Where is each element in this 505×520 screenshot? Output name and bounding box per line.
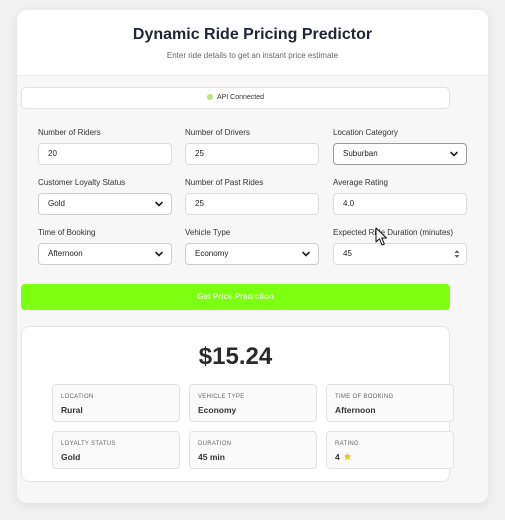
rating-input[interactable]: 4.0 (333, 193, 467, 215)
past-rides-field-group: Number of Past Rides 25 (185, 177, 319, 215)
duration-input[interactable]: 45 (333, 243, 467, 265)
riders-field-group: Number of Riders 20 (38, 127, 172, 165)
tile-value: Economy (198, 405, 237, 415)
tile-value-rating: 4 (335, 452, 352, 462)
result-tile-vehicle-type: VEHICLE TYPE Economy (189, 384, 317, 422)
vehicle-field-group: Vehicle Type Economy (185, 227, 319, 265)
result-tile-time-of-booking: TIME OF BOOKING Afternoon (326, 384, 454, 422)
page-title: Dynamic Ride Pricing Predictor (132, 26, 373, 43)
rating-field-group: Average Rating 4.0 (333, 177, 467, 215)
location-select[interactable]: Suburban (333, 143, 467, 165)
loyalty-field-group: Customer Loyalty Status Gold (38, 177, 172, 215)
chevron-down-icon (155, 201, 163, 207)
result-tile-rating: RATING 4 (326, 431, 454, 469)
location-field-group: Location Category Suburban (333, 127, 467, 165)
api-status-bar: API Connected (21, 87, 450, 109)
location-select-value: Suburban (343, 149, 378, 158)
vehicle-select-value: Economy (195, 249, 229, 258)
chevron-down-icon (450, 151, 458, 157)
drivers-label: Number of Drivers (185, 128, 250, 137)
page-subtitle: Enter ride details to get an instant pri… (166, 51, 339, 60)
vehicle-select[interactable]: Economy (185, 243, 319, 265)
chevron-down-icon (155, 251, 163, 257)
star-icon (343, 452, 352, 461)
location-label: Location Category (333, 128, 398, 137)
tile-key: LOYALTY STATUS (61, 441, 116, 447)
drivers-input[interactable]: 25 (185, 143, 319, 165)
loyalty-select[interactable]: Gold (38, 193, 172, 215)
predicted-price: $15.24 (198, 343, 273, 370)
duration-input-value: 45 (343, 249, 352, 258)
tile-key: TIME OF BOOKING (335, 394, 394, 400)
get-price-prediction-button[interactable]: Get Price Prediction (21, 284, 450, 310)
tile-value: 45 min (198, 452, 225, 462)
tile-key: VEHICLE TYPE (198, 394, 245, 400)
tile-key: DURATION (198, 441, 232, 447)
tile-key: LOCATION (61, 394, 94, 400)
result-tile-duration: DURATION 45 min (189, 431, 317, 469)
past-rides-input[interactable]: 25 (185, 193, 319, 215)
rating-value: 4 (335, 452, 340, 462)
result-tile-location: LOCATION Rural (52, 384, 180, 422)
time-select-value: Afternoon (48, 249, 83, 258)
duration-label: Expected Ride Duration (minutes) (333, 228, 454, 237)
tile-value: Rural (61, 405, 83, 415)
chevron-down-icon (302, 251, 310, 257)
loyalty-label: Customer Loyalty Status (38, 178, 126, 187)
riders-input[interactable]: 20 (38, 143, 172, 165)
header: Dynamic Ride Pricing Predictor Enter rid… (17, 10, 488, 76)
tile-value: Afternoon (335, 405, 376, 415)
time-label: Time of Booking (38, 228, 96, 237)
result-panel: $15.24 LOCATION Rural VEHICLE TYPE Econo… (21, 326, 454, 482)
time-select[interactable]: Afternoon (38, 243, 172, 265)
tile-key: RATING (335, 441, 360, 447)
time-field-group: Time of Booking Afternoon (38, 227, 172, 265)
past-rides-label: Number of Past Rides (185, 178, 264, 187)
vehicle-label: Vehicle Type (185, 228, 231, 237)
loyalty-select-value: Gold (48, 199, 65, 208)
riders-label: Number of Riders (38, 128, 101, 137)
mouse-pointer-icon (375, 227, 387, 246)
duration-field-group: Expected Ride Duration (minutes) 45 (333, 227, 467, 265)
rating-label: Average Rating (333, 178, 388, 187)
result-tile-loyalty-status: LOYALTY STATUS Gold (52, 431, 180, 469)
tile-value: Gold (61, 452, 81, 462)
number-stepper-icon[interactable] (454, 249, 460, 259)
status-text: API Connected (216, 94, 265, 101)
drivers-field-group: Number of Drivers 25 (185, 127, 319, 165)
status-dot-icon (206, 94, 213, 100)
